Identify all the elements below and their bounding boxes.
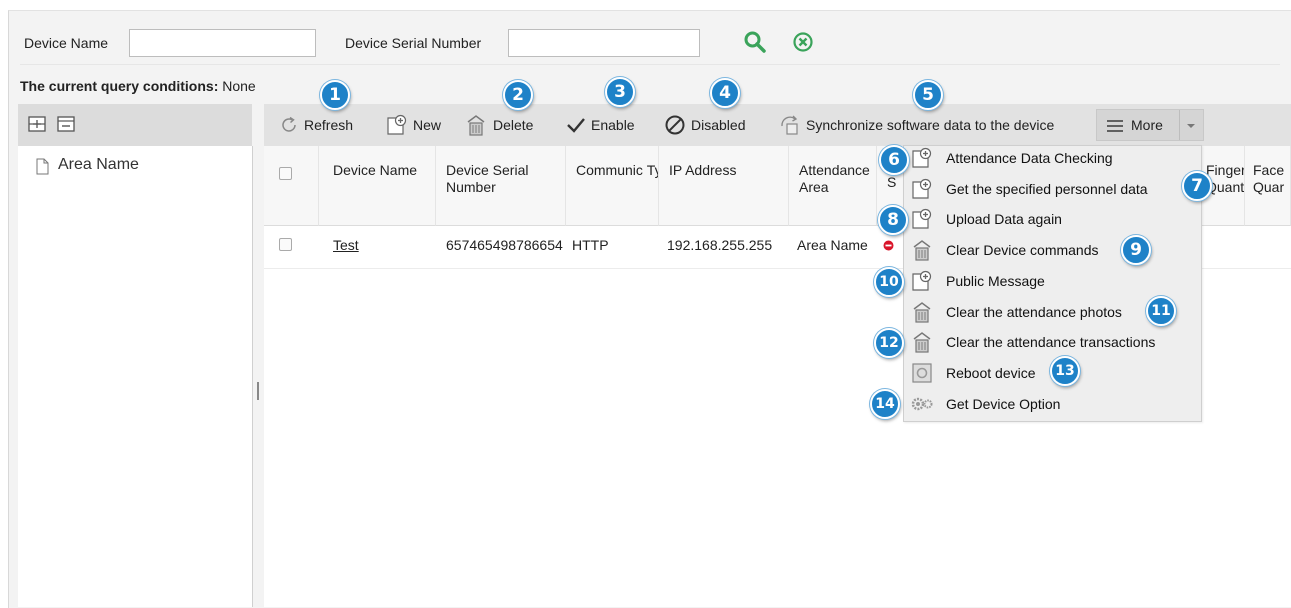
callout-badge: 4	[710, 78, 740, 108]
header-ip-address[interactable]: IP Address	[659, 146, 789, 226]
add-document-icon	[910, 177, 934, 201]
document-icon	[36, 158, 49, 175]
device-link[interactable]: Test	[333, 230, 359, 260]
add-document-icon	[387, 114, 407, 135]
trash-icon	[910, 300, 934, 324]
device-name-input[interactable]	[129, 29, 316, 57]
query-divider	[20, 64, 1280, 65]
refresh-button[interactable]: Refresh	[279, 104, 353, 146]
status-disabled-icon	[883, 240, 894, 251]
menu-item-label: Upload Data again	[946, 211, 1062, 228]
cell-area: Area Name	[797, 237, 868, 253]
callout-badge: 2	[503, 80, 533, 110]
delete-button[interactable]: Delete	[464, 104, 533, 146]
collapse-all-icon[interactable]	[57, 116, 75, 132]
header-device-name[interactable]: Device Name	[319, 146, 436, 226]
panel-splitter[interactable]	[257, 382, 259, 400]
menu-item-label: Reboot device	[946, 364, 1036, 381]
more-divider	[1179, 110, 1180, 140]
tree-node-area-name[interactable]: Area Name	[58, 156, 139, 174]
callout-badge: 10	[874, 267, 904, 297]
enable-label: Enable	[591, 117, 635, 133]
menu-item-clear-the-attendance-photos[interactable]: Clear the attendance photos	[910, 297, 1122, 327]
trash-icon	[910, 330, 934, 354]
callout-badge: 12	[874, 328, 904, 358]
menu-item-upload-data-again[interactable]: Upload Data again	[910, 204, 1062, 234]
header-communication-type[interactable]: Communic Type	[566, 146, 659, 226]
header-attendance-area[interactable]: Attendance Area	[789, 146, 877, 226]
menu-item-get-device-option[interactable]: Get Device Option	[910, 389, 1060, 419]
menu-item-clear-the-attendance-transactions[interactable]: Clear the attendance transactions	[910, 327, 1155, 357]
add-document-icon	[910, 207, 934, 231]
expand-all-icon[interactable]	[28, 116, 46, 132]
delete-label: Delete	[493, 117, 534, 133]
add-document-icon	[910, 269, 934, 293]
row-checkbox[interactable]	[279, 238, 292, 251]
callout-badge: 8	[878, 205, 908, 235]
new-button[interactable]: New	[386, 104, 441, 146]
sync-icon	[781, 115, 798, 135]
callout-badge: 11	[1146, 296, 1176, 326]
menu-item-get-the-specified-personnel-data[interactable]: Get the specified personnel data	[910, 174, 1148, 204]
conditions-value: None	[222, 78, 256, 94]
device-serial-input[interactable]	[508, 29, 700, 57]
disabled-button[interactable]: Disabled	[664, 104, 745, 146]
refresh-label: Refresh	[304, 117, 354, 133]
cell-serial: 657465498786654	[446, 237, 563, 253]
clear-query-icon[interactable]	[790, 29, 816, 55]
menu-item-label: Get Device Option	[946, 395, 1061, 412]
search-icon[interactable]	[742, 29, 768, 55]
gears-icon	[910, 392, 934, 416]
callout-badge: 14	[870, 389, 900, 419]
menu-item-label: Clear Device commands	[946, 242, 1099, 259]
menu-icon	[1107, 120, 1123, 132]
trash-icon	[910, 238, 934, 262]
callout-badge: 6	[879, 145, 909, 175]
add-document-icon	[910, 146, 934, 170]
tree-toolbar	[18, 104, 252, 146]
device-serial-label: Device Serial Number	[345, 35, 482, 51]
callout-badge: 3	[605, 77, 635, 107]
callout-badge: 1	[320, 80, 350, 110]
prohibited-icon	[665, 115, 685, 135]
device-name-label: Device Name	[24, 35, 109, 51]
sync-button[interactable]: Synchronize software data to the device	[779, 104, 1054, 146]
menu-item-clear-device-commands[interactable]: Clear Device commands	[910, 235, 1099, 265]
menu-item-label: Clear the attendance photos	[946, 303, 1122, 320]
enable-button[interactable]: Enable	[566, 104, 635, 146]
current-query-conditions: The current query conditions: None	[20, 78, 256, 94]
menu-item-label: Attendance Data Checking	[946, 150, 1113, 166]
cell-comm-type: HTTP	[572, 237, 609, 253]
trash-icon	[467, 115, 485, 136]
refresh-icon	[282, 116, 296, 132]
new-label: New	[413, 117, 442, 133]
header-serial[interactable]: Device Serial Number	[436, 146, 566, 226]
menu-item-label: Get the specified personnel data	[946, 180, 1148, 197]
menu-item-label: Public Message	[946, 272, 1045, 289]
header-face-quantity[interactable]: Face Quar	[1245, 146, 1291, 226]
checkmark-icon	[567, 118, 585, 133]
menu-item-attendance-data-checking[interactable]: Attendance Data Checking	[910, 143, 1113, 173]
disabled-label: Disabled	[691, 117, 746, 133]
menu-item-label: Clear the attendance transactions	[946, 334, 1156, 351]
more-dropdown-button[interactable]: More	[1096, 109, 1204, 141]
more-label: More	[1131, 117, 1163, 133]
sync-label: Synchronize software data to the device	[806, 117, 1055, 133]
area-tree: Area Name	[18, 146, 253, 607]
callout-badge: 13	[1050, 356, 1080, 386]
menu-item-reboot-device[interactable]: Reboot device	[910, 358, 1036, 388]
callout-badge: 7	[1182, 171, 1212, 201]
chevron-down-icon	[1187, 124, 1195, 128]
cell-ip: 192.168.255.255	[667, 237, 773, 253]
callout-badge: 5	[913, 80, 943, 110]
menu-item-public-message[interactable]: Public Message	[910, 266, 1045, 296]
select-all-checkbox[interactable]	[279, 167, 292, 180]
select-all-header	[264, 146, 319, 226]
reboot-icon	[910, 361, 934, 385]
callout-badge: 9	[1121, 235, 1151, 265]
